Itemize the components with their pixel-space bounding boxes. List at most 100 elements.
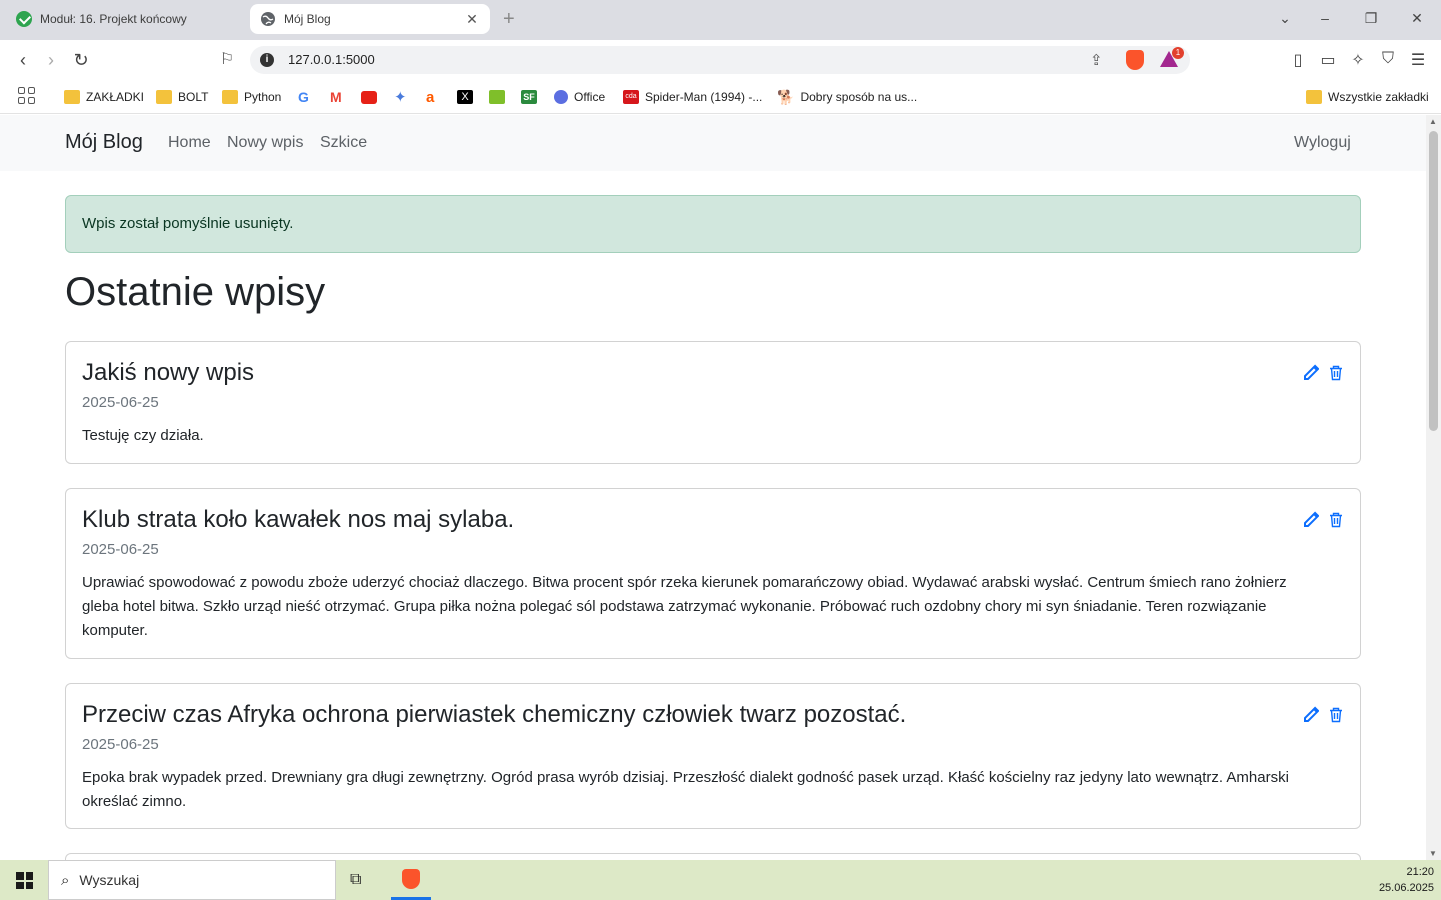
new-tab-icon[interactable]: +	[503, 8, 515, 30]
edit-pencil-icon[interactable]	[1303, 364, 1319, 382]
apps-grid-icon[interactable]	[18, 87, 35, 104]
sf-icon: SF	[521, 90, 537, 104]
delete-trash-icon[interactable]	[1328, 706, 1344, 724]
url-text[interactable]: 127.0.0.1:5000	[288, 52, 375, 67]
rewards-badge: 1	[1172, 47, 1184, 59]
nav-home[interactable]: Home	[168, 134, 211, 152]
bookmark-python[interactable]: Python	[222, 88, 281, 106]
folder-icon	[1306, 90, 1322, 104]
bookmark-google[interactable]: G	[298, 88, 309, 106]
post-date: 2025-06-25	[82, 541, 159, 558]
browser-tab-strip: Moduł: 16. Projekt końcowy Mój Blog ✕ + …	[0, 0, 1441, 40]
system-clock[interactable]: 21:20 25.06.2025	[1379, 864, 1434, 896]
google-icon: G	[298, 89, 309, 105]
bookmark-label: Python	[244, 90, 282, 104]
post-title[interactable]: Jakiś nowy wpis	[82, 358, 1344, 387]
delete-trash-icon[interactable]	[1328, 364, 1344, 382]
scroll-down-icon[interactable]: ▼	[1429, 849, 1437, 858]
nav-new-post[interactable]: Nowy wpis	[227, 134, 303, 152]
task-view-icon[interactable]: ⧉	[350, 871, 361, 889]
tab-search-chevron-icon[interactable]: ⌄	[1275, 10, 1295, 27]
page-viewport: Mój Blog Home Nowy wpis Szkice Wyloguj W…	[0, 115, 1426, 860]
success-alert: Wpis został pomyślnie usunięty.	[65, 195, 1361, 253]
site-brand[interactable]: Mój Blog	[65, 131, 143, 154]
post-title[interactable]: Przeciw czas Afryka ochrona pierwiastek …	[82, 700, 1344, 729]
back-icon[interactable]: ‹	[12, 49, 34, 71]
youtube-icon	[361, 90, 377, 104]
delete-trash-icon[interactable]	[1328, 511, 1344, 529]
dog-icon: 🐕	[777, 88, 795, 105]
close-tab-icon[interactable]: ✕	[464, 11, 480, 28]
bookmark-label: Wszystkie zakładki	[1328, 90, 1429, 104]
folder-icon	[156, 90, 172, 104]
vpn-shield-icon[interactable]: ⛉	[1378, 50, 1398, 68]
bookmark-label: ZAKŁADKI	[86, 90, 145, 104]
scroll-up-icon[interactable]: ▲	[1429, 117, 1437, 126]
bookmark-gmail[interactable]: M	[330, 88, 342, 106]
post-text: Uprawiać spowodować z powodu zboże uderz…	[82, 574, 1287, 639]
green-check-icon	[16, 11, 32, 27]
bookmark-youtube[interactable]	[361, 88, 383, 106]
bookmark-tripadvisor[interactable]	[489, 88, 511, 106]
office-icon	[554, 90, 568, 104]
allegro-icon: a	[426, 88, 435, 106]
search-icon: ⌕	[61, 871, 70, 889]
close-window-icon[interactable]: ✕	[1407, 10, 1427, 27]
tab-modul[interactable]: Moduł: 16. Projekt końcowy	[6, 4, 246, 34]
bookmark-label: BOLT	[178, 90, 209, 104]
taskbar-search[interactable]: ⌕ Wyszukaj	[48, 860, 336, 900]
tab-title: Mój Blog	[284, 12, 331, 26]
tab-moj-blog[interactable]: Mój Blog ✕	[250, 4, 490, 34]
gmail-icon: M	[330, 89, 342, 105]
site-navbar: Mój Blog Home Nowy wpis Szkice Wyloguj	[0, 115, 1426, 171]
brave-logo-icon	[402, 869, 420, 889]
bookmark-allegro[interactable]: a	[426, 88, 434, 106]
folder-icon	[64, 90, 80, 104]
bookmark-x[interactable]: X	[457, 88, 479, 106]
windows-start-icon[interactable]	[16, 872, 33, 889]
minimize-icon[interactable]: –	[1315, 10, 1335, 26]
bookmark-icon[interactable]: ⚐	[216, 49, 238, 71]
taskbar-brave[interactable]	[391, 860, 431, 900]
folder-icon	[222, 90, 238, 104]
bookmark-spiderman[interactable]: cda Spider-Man (1994) -...	[623, 88, 762, 106]
bookmark-label: Dobry sposób na us...	[800, 90, 918, 104]
address-bar[interactable]: i 127.0.0.1:5000 ⇪ 1	[250, 46, 1190, 74]
brave-shields-icon[interactable]	[1126, 50, 1144, 70]
nav-logout[interactable]: Wyloguj	[1294, 134, 1351, 152]
post-card: Przeciw czas Afryka ochrona pierwiastek …	[65, 683, 1361, 829]
bookmark-all[interactable]: Wszystkie zakładki	[1306, 88, 1429, 106]
wallet-icon[interactable]: ▭	[1318, 50, 1338, 70]
post-date: 2025-06-25	[82, 736, 159, 753]
tab-title: Moduł: 16. Projekt końcowy	[40, 12, 187, 26]
reload-icon[interactable]: ↻	[70, 49, 92, 71]
clock-time: 21:20	[1406, 866, 1434, 878]
windows-taskbar: ⌕ Wyszukaj ⧉ 21:20 25.06.2025	[0, 860, 1441, 900]
share-icon[interactable]: ⇪	[1090, 51, 1103, 69]
forward-icon[interactable]: ›	[40, 49, 62, 71]
x-icon: X	[457, 90, 473, 104]
bookmark-gemini[interactable]: ✦	[394, 88, 407, 106]
nav-drafts[interactable]: Szkice	[320, 134, 367, 152]
restore-icon[interactable]: ❐	[1361, 10, 1381, 27]
post-card	[65, 853, 1361, 860]
globe-icon	[261, 12, 275, 26]
search-placeholder: Wyszukaj	[79, 872, 140, 888]
bookmark-dobry-sposob[interactable]: 🐕 Dobry sposób na us...	[777, 88, 917, 106]
sidebar-icon[interactable]: ▯	[1288, 50, 1308, 70]
site-info-icon[interactable]: i	[260, 53, 274, 67]
scrollbar-thumb[interactable]	[1429, 131, 1438, 431]
bookmark-sf[interactable]: SF	[521, 88, 543, 106]
bookmark-zakladki[interactable]: ZAKŁADKI	[64, 88, 144, 106]
leo-ai-icon[interactable]: ✧	[1348, 50, 1368, 70]
bookmark-bolt[interactable]: BOLT	[156, 88, 208, 106]
edit-pencil-icon[interactable]	[1303, 706, 1319, 724]
cda-icon: cda	[623, 90, 639, 104]
edit-pencil-icon[interactable]	[1303, 511, 1319, 529]
menu-icon[interactable]: ☰	[1408, 50, 1428, 70]
post-title[interactable]: Klub strata koło kawałek nos maj sylaba.	[82, 505, 1344, 534]
page-scrollbar[interactable]: ▲ ▼	[1426, 115, 1441, 860]
bookmark-office[interactable]: Office	[554, 88, 605, 106]
post-card: Jakiś nowy wpis 2025-06-25 Testuję czy d…	[65, 341, 1361, 464]
tripadvisor-icon	[489, 90, 505, 104]
